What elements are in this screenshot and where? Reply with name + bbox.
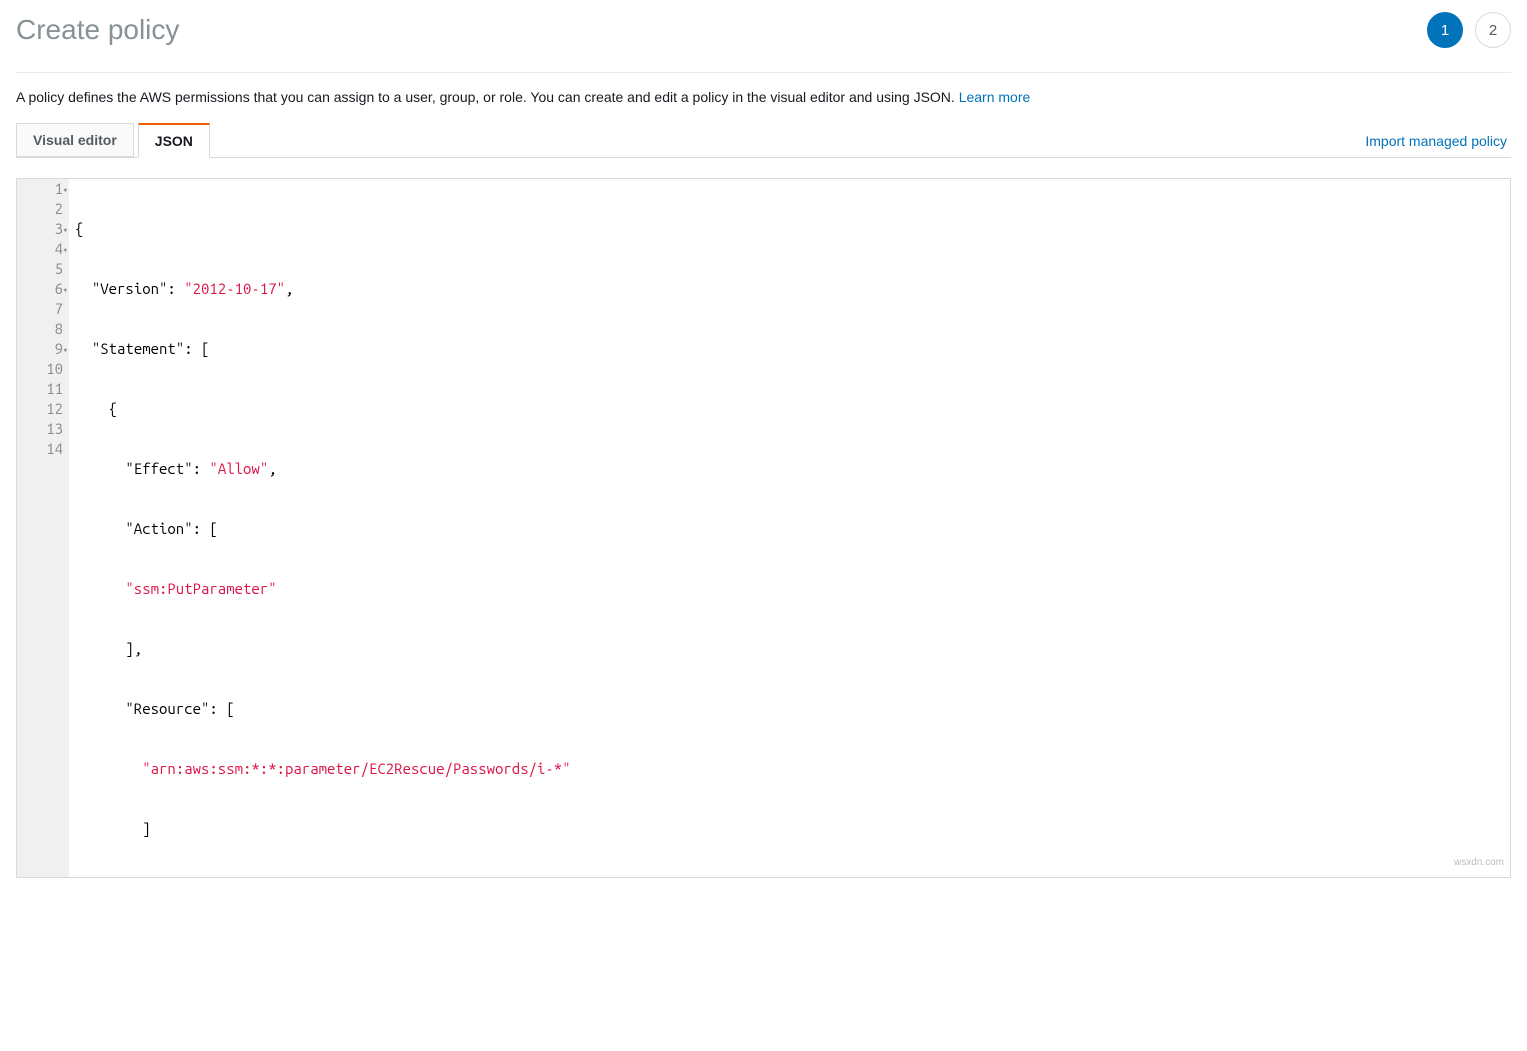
fold-icon[interactable]: ▾ xyxy=(63,220,68,240)
editor-gutter: 1▾ 2 3▾ 4▾ 5 6▾ 7 8 9▾ 10 11 12 13 14 xyxy=(17,179,69,877)
fold-icon[interactable]: ▾ xyxy=(63,180,68,200)
fold-icon[interactable]: ▾ xyxy=(63,240,68,260)
fold-icon[interactable]: ▾ xyxy=(63,340,68,360)
wizard-steps: 1 2 xyxy=(1427,12,1511,48)
tab-visual-editor[interactable]: Visual editor xyxy=(16,123,134,157)
attribution-text: wsxdn.com xyxy=(1454,853,1504,873)
description-text: A policy defines the AWS permissions tha… xyxy=(16,89,959,105)
learn-more-link[interactable]: Learn more xyxy=(959,89,1031,105)
tab-json[interactable]: JSON xyxy=(138,123,210,158)
fold-icon[interactable]: ▾ xyxy=(63,280,68,300)
wizard-step-1[interactable]: 1 xyxy=(1427,12,1463,48)
json-editor[interactable]: 1▾ 2 3▾ 4▾ 5 6▾ 7 8 9▾ 10 11 12 13 14 { … xyxy=(16,178,1511,878)
editor-tabs: Visual editor JSON xyxy=(16,123,210,157)
page-title: Create policy xyxy=(16,14,179,46)
page-description: A policy defines the AWS permissions tha… xyxy=(16,89,1511,105)
wizard-step-2[interactable]: 2 xyxy=(1475,12,1511,48)
editor-code[interactable]: { "Version": "2012-10-17", "Statement": … xyxy=(69,179,1510,877)
import-managed-policy-link[interactable]: Import managed policy xyxy=(1365,133,1511,157)
